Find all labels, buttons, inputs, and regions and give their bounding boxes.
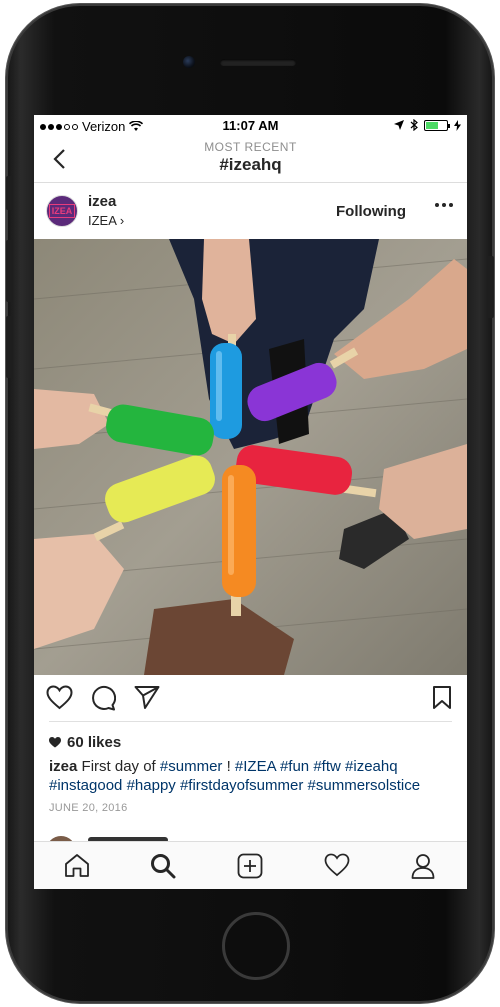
post-username[interactable]: izea <box>88 193 116 210</box>
popsicles-photo <box>34 239 467 675</box>
hashtag-link[interactable]: #izeahq <box>345 758 398 775</box>
post-date: JUNE 20, 2016 <box>49 802 128 814</box>
save-bookmark-button[interactable] <box>432 685 452 715</box>
like-button[interactable] <box>46 685 73 715</box>
hashtag-link[interactable]: #ftw <box>313 758 341 775</box>
likes-count[interactable]: 60 likes <box>49 734 121 751</box>
post-caption: izea First day of #summer ! #IZEA #fun #… <box>49 757 459 795</box>
front-camera <box>183 56 195 68</box>
send-arrow-icon <box>134 686 160 709</box>
likes-label: 60 likes <box>67 734 122 751</box>
tab-activity[interactable] <box>324 853 350 882</box>
status-bar: Verizon 11:07 AM <box>34 115 467 137</box>
power-button <box>487 256 494 318</box>
hashtag-link[interactable]: #summer <box>160 758 223 775</box>
earpiece-speaker <box>220 59 296 66</box>
blue-popsicle <box>210 343 242 439</box>
hashtag-link[interactable]: #IZEA <box>235 758 276 775</box>
page-title: #izeahq <box>219 155 282 174</box>
bottom-tab-bar <box>34 841 467 889</box>
comment-button[interactable] <box>90 685 117 716</box>
avatar[interactable]: IZEA <box>46 195 78 227</box>
bookmark-icon <box>433 686 451 709</box>
hashtag-link[interactable]: #summersolstice <box>308 777 421 794</box>
nav-header: MOST RECENT #izeahq <box>34 137 467 183</box>
volume-up-button <box>6 240 13 302</box>
app-screen: Verizon 11:07 AM MOST RECENT #izeahq IZE… <box>34 115 467 889</box>
hashtag-link[interactable]: #instagood <box>49 777 122 794</box>
more-options-icon[interactable] <box>435 203 453 207</box>
location-label: IZEA <box>88 213 117 228</box>
caption-separator: ! <box>222 758 235 775</box>
search-icon <box>151 854 176 879</box>
comment-bubble-icon <box>92 685 117 711</box>
battery-icon <box>424 119 450 131</box>
volume-down-button <box>6 316 13 378</box>
header-subtitle: MOST RECENT <box>204 140 297 154</box>
add-post-icon <box>237 853 263 879</box>
heart-icon <box>46 685 73 710</box>
small-heart-icon <box>49 737 61 748</box>
post-photo[interactable] <box>34 239 467 675</box>
caption-username[interactable]: izea <box>49 758 77 775</box>
chevron-right-icon: › <box>119 213 125 228</box>
activity-heart-icon <box>324 853 350 877</box>
mute-switch <box>6 176 13 210</box>
tab-profile[interactable] <box>411 853 435 884</box>
hashtag-link[interactable]: #happy <box>127 777 176 794</box>
profile-icon <box>411 854 435 879</box>
post-header: IZEA izea IZEA › Following <box>34 184 467 239</box>
tab-search[interactable] <box>150 853 176 884</box>
izea-logo: IZEA <box>48 204 76 218</box>
tab-home[interactable] <box>64 853 90 883</box>
home-button[interactable] <box>222 912 290 980</box>
hashtag-link[interactable]: #fun <box>280 758 309 775</box>
location-arrow-icon <box>394 120 404 130</box>
action-divider <box>49 721 452 722</box>
post-action-bar <box>34 675 467 723</box>
home-icon <box>65 854 89 877</box>
share-button[interactable] <box>134 685 160 715</box>
bluetooth-icon <box>410 119 418 131</box>
charging-bolt-icon <box>454 119 461 131</box>
hashtag-link[interactable]: #firstdayofsummer <box>180 777 303 794</box>
tab-add-post[interactable] <box>237 853 263 884</box>
post-location[interactable]: IZEA › <box>88 213 124 228</box>
following-button[interactable]: Following <box>336 203 406 220</box>
caption-text: First day of <box>81 758 156 775</box>
